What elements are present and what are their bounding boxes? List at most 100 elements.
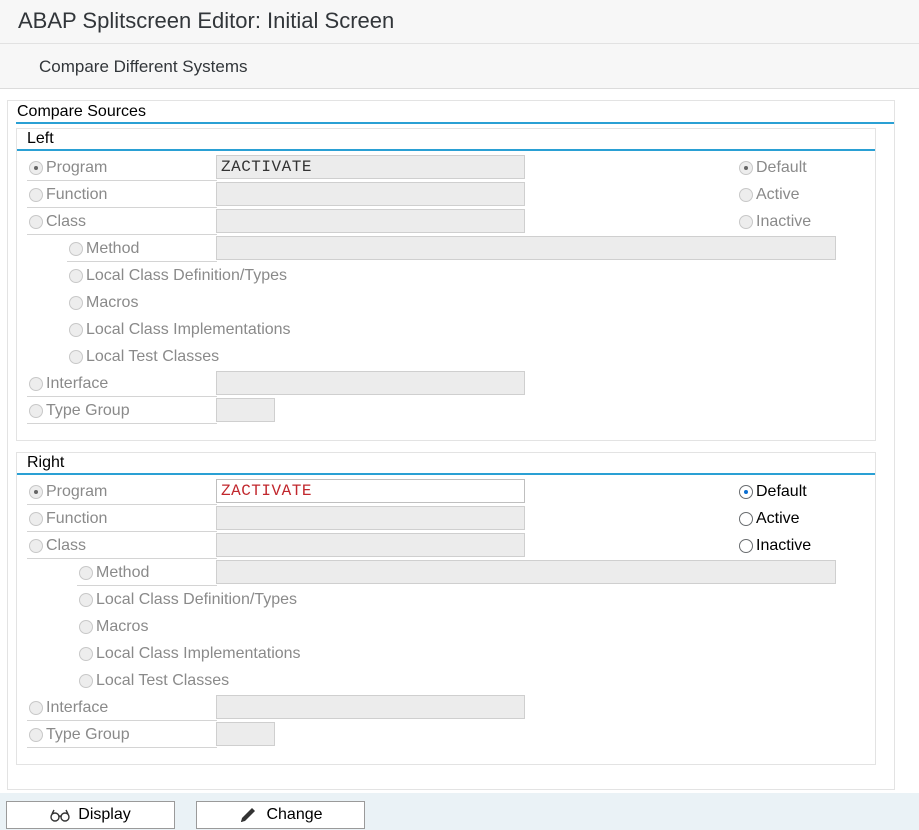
divider (27, 180, 217, 181)
left-function-field[interactable] (216, 182, 525, 206)
title-bar: ABAP Splitscreen Editor: Initial Screen (0, 0, 919, 44)
right-local-test-classes-radio[interactable]: Local Test Classes (79, 668, 229, 694)
right-class-label: Class (46, 537, 87, 554)
left-type-group-field[interactable] (216, 398, 275, 422)
divider (67, 261, 217, 262)
right-default-label: Default (756, 483, 807, 500)
left-interface-label: Interface (46, 375, 109, 392)
right-type-group-field[interactable] (216, 722, 275, 746)
left-interface-radio[interactable]: Interface (29, 371, 108, 397)
left-default-radio[interactable]: Default (739, 155, 807, 181)
divider (27, 234, 217, 235)
left-method-radio[interactable]: Method (69, 236, 139, 262)
right-frame-divider (17, 473, 875, 475)
divider (27, 747, 217, 748)
radio-icon (79, 593, 93, 607)
right-default-radio[interactable]: Default (739, 479, 807, 505)
right-inactive-radio[interactable]: Inactive (739, 533, 811, 559)
right-inactive-label: Inactive (756, 537, 812, 554)
left-method-field[interactable] (216, 236, 836, 260)
right-local-class-implementations-label: Local Class Implementations (96, 645, 301, 662)
radio-icon (29, 404, 43, 418)
left-inactive-label: Inactive (756, 213, 812, 230)
radio-icon (739, 215, 753, 229)
right-local-class-definition-radio[interactable]: Local Class Definition/Types (79, 587, 297, 613)
right-active-radio[interactable]: Active (739, 506, 800, 532)
radio-icon (69, 296, 83, 310)
left-program-label: Program (46, 159, 108, 176)
left-inactive-radio[interactable]: Inactive (739, 209, 811, 235)
display-button[interactable]: Display (6, 801, 175, 829)
right-method-field[interactable] (216, 560, 836, 584)
radio-icon (69, 242, 83, 256)
right-local-class-definition-label: Local Class Definition/Types (96, 591, 297, 608)
radio-icon (29, 701, 43, 715)
right-method-radio[interactable]: Method (79, 560, 149, 586)
radio-icon (739, 161, 753, 175)
page-title: ABAP Splitscreen Editor: Initial Screen (18, 8, 395, 33)
divider (27, 720, 217, 721)
right-class-field[interactable] (216, 533, 525, 557)
radio-icon (29, 161, 43, 175)
right-interface-radio[interactable]: Interface (29, 695, 108, 721)
left-local-class-implementations-radio[interactable]: Local Class Implementations (69, 317, 291, 343)
radio-icon (69, 323, 83, 337)
right-function-field[interactable] (216, 506, 525, 530)
right-macros-label: Macros (96, 618, 149, 635)
compare-different-systems-button[interactable]: Compare Different Systems (39, 57, 247, 77)
divider (27, 423, 217, 424)
left-default-label: Default (756, 159, 807, 176)
left-class-label: Class (46, 213, 87, 230)
radio-icon (29, 539, 43, 553)
divider (27, 207, 217, 208)
radio-icon (79, 620, 93, 634)
left-function-label: Function (46, 186, 108, 203)
radio-icon (29, 188, 43, 202)
compare-sources-title: Compare Sources (17, 103, 146, 120)
left-local-class-definition-radio[interactable]: Local Class Definition/Types (69, 263, 287, 289)
left-local-test-classes-label: Local Test Classes (86, 348, 220, 365)
left-class-radio[interactable]: Class (29, 209, 86, 235)
right-local-class-implementations-radio[interactable]: Local Class Implementations (79, 641, 301, 667)
right-frame: Right Program ZACTIVATE Function Class M… (16, 452, 876, 765)
divider (27, 558, 217, 559)
application-toolbar: Compare Different Systems (0, 44, 919, 89)
divider (77, 585, 217, 586)
radio-icon (79, 647, 93, 661)
left-local-class-implementations-label: Local Class Implementations (86, 321, 291, 338)
left-program-radio[interactable]: Program (29, 155, 107, 181)
divider (27, 396, 217, 397)
right-program-field[interactable]: ZACTIVATE (216, 479, 525, 503)
left-interface-field[interactable] (216, 371, 525, 395)
right-interface-label: Interface (46, 699, 109, 716)
left-class-field[interactable] (216, 209, 525, 233)
right-method-label: Method (96, 564, 150, 581)
divider (27, 504, 217, 505)
left-active-label: Active (756, 186, 800, 203)
left-function-radio[interactable]: Function (29, 182, 107, 208)
left-active-radio[interactable]: Active (739, 182, 800, 208)
radio-icon (739, 485, 753, 499)
pencil-icon (238, 805, 258, 825)
right-type-group-radio[interactable]: Type Group (29, 722, 130, 748)
change-button[interactable]: Change (196, 801, 365, 829)
right-interface-field[interactable] (216, 695, 525, 719)
radio-icon (29, 377, 43, 391)
right-function-radio[interactable]: Function (29, 506, 107, 532)
right-macros-radio[interactable]: Macros (79, 614, 148, 640)
left-local-test-classes-radio[interactable]: Local Test Classes (69, 344, 219, 370)
radio-icon (69, 350, 83, 364)
right-function-label: Function (46, 510, 108, 527)
right-program-radio[interactable]: Program (29, 479, 107, 505)
change-button-label: Change (266, 806, 323, 823)
right-class-radio[interactable]: Class (29, 533, 86, 559)
left-type-group-radio[interactable]: Type Group (29, 398, 130, 424)
left-macros-radio[interactable]: Macros (69, 290, 138, 316)
left-program-field[interactable]: ZACTIVATE (216, 155, 525, 179)
radio-icon (29, 485, 43, 499)
left-frame: Left Program ZACTIVATE Function Class Me… (16, 128, 876, 441)
left-macros-label: Macros (86, 294, 139, 311)
glasses-icon (50, 808, 70, 822)
radio-icon (29, 512, 43, 526)
left-frame-title: Left (27, 130, 54, 147)
